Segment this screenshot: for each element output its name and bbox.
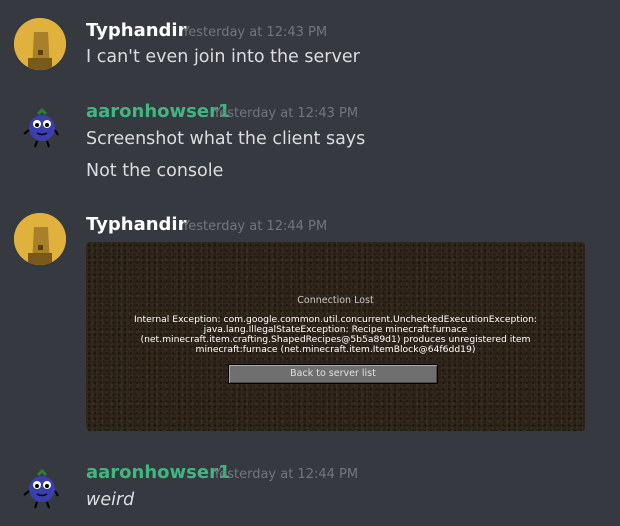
message-text: Screenshot what the client says xyxy=(86,129,366,149)
timestamp: Yesterday at 12:44 PM xyxy=(182,219,328,234)
message-text: Not the console xyxy=(86,161,224,181)
timestamp: Yesterday at 12:43 PM xyxy=(182,25,328,40)
avatar[interactable] xyxy=(14,18,66,70)
timestamp: Yesterday at 12:43 PM xyxy=(213,106,359,121)
username[interactable]: Typhandir xyxy=(86,20,186,41)
duck-avatar-icon xyxy=(14,18,66,70)
avatar[interactable] xyxy=(14,213,66,265)
error-message: Internal Exception: com.google.common.ut… xyxy=(86,315,585,355)
blueberry-avatar-icon xyxy=(23,468,59,509)
username[interactable]: Typhandir xyxy=(86,214,186,235)
timestamp: Yesterday at 12:44 PM xyxy=(213,467,359,482)
message-text: weird xyxy=(86,490,135,510)
back-to-server-list-button: Back to server list xyxy=(228,364,438,384)
username[interactable]: aaronhowser1 xyxy=(86,101,230,122)
message-text: I can't even join into the server xyxy=(86,47,360,67)
connection-lost-title: Connection Lost xyxy=(297,295,374,306)
username[interactable]: aaronhowser1 xyxy=(86,462,230,483)
avatar[interactable] xyxy=(14,100,66,152)
error-line: minecraft:furnace (net.minecraft.item.It… xyxy=(195,344,476,355)
image-attachment[interactable]: Connection Lost Internal Exception: com.… xyxy=(86,242,585,431)
blueberry-avatar-icon xyxy=(23,107,59,148)
duck-avatar-icon xyxy=(14,213,66,265)
avatar[interactable] xyxy=(14,461,66,513)
